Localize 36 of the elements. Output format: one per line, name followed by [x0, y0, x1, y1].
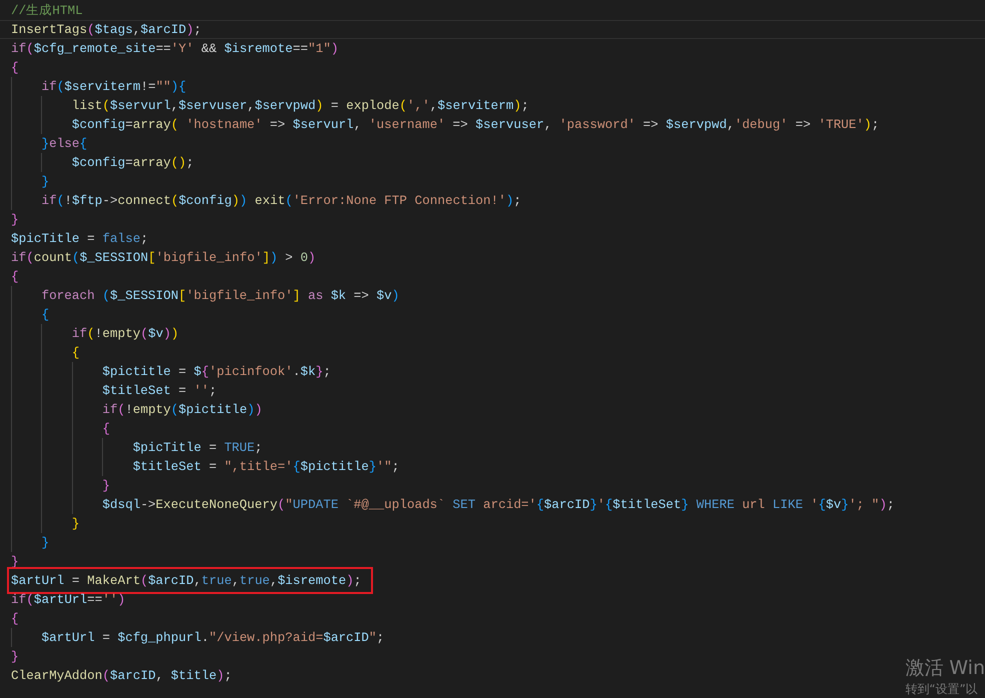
code-line: foreach ($_SESSION['bigfile_info'] as $k => $v) [41, 287, 400, 305]
code-line: { [11, 59, 19, 77]
activation-notice-title: 激活 Win [905, 656, 985, 680]
code-line: { [11, 268, 19, 286]
code-line: { [41, 306, 50, 324]
code-line: { [72, 344, 80, 362]
code-line: }else{ [41, 135, 88, 153]
code-line: $dsql->ExecuteNoneQuery("UPDATE `#@__uploads` SET arcid='{$arcID}'{$titleSet} WHERE url LIKE '{$v}'; "); [102, 496, 894, 514]
code-line: if($cfg_remote_site=='Y' && $isremote=="1") [11, 40, 338, 58]
code-line: list($servurl,$servuser,$servpwd) = explode(',',$serviterm); [72, 97, 529, 115]
code-line: if($artUrl=='') [11, 591, 126, 609]
activation-notice-text: 转到“设置”以 [905, 681, 978, 698]
code-line: $artUrl = $cfg_phpurl."/view.php?aid=$arcID"; [41, 629, 384, 647]
code-line: if(!$ftp->connect($config)) exit('Error:None FTP Connection!'); [41, 192, 522, 210]
code-line: if($serviterm!=""){ [41, 78, 186, 96]
code-line: $pictitle = ${'picinfook'.$k}; [102, 363, 331, 381]
code-line: } [41, 173, 50, 191]
code-line: $titleSet = ''; [102, 382, 217, 400]
code-line: } [11, 648, 19, 666]
code-line: { [102, 420, 110, 438]
code-line: ClearMyAddon($arcID, $title); [11, 667, 232, 685]
code-line: if(!empty($pictitle)) [102, 401, 262, 419]
code-line: $config=array(); [72, 154, 194, 172]
code-line: } [11, 211, 19, 229]
code-line: } [41, 534, 50, 552]
code-line: InsertTags($tags,$arcID); [11, 21, 202, 38]
code-line: $config=array( 'hostname' => $servurl, 'username' => $servuser, 'password' => $servpwd,'debug' => 'TRUE'); [72, 116, 880, 134]
code-line: { [11, 610, 19, 628]
code-line: } [102, 477, 110, 495]
code-line: $titleSet = ",title='{$pictitle}'"; [132, 458, 400, 476]
code-line: if(count($_SESSION['bigfile_info']) > 0) [11, 249, 316, 267]
code-line: //生成HTML [11, 2, 83, 20]
code-line: if(!empty($v)) [72, 325, 179, 343]
code-line: } [72, 515, 80, 533]
code-line: $picTitle = false; [11, 230, 148, 248]
code-line: $picTitle = TRUE; [132, 439, 262, 457]
